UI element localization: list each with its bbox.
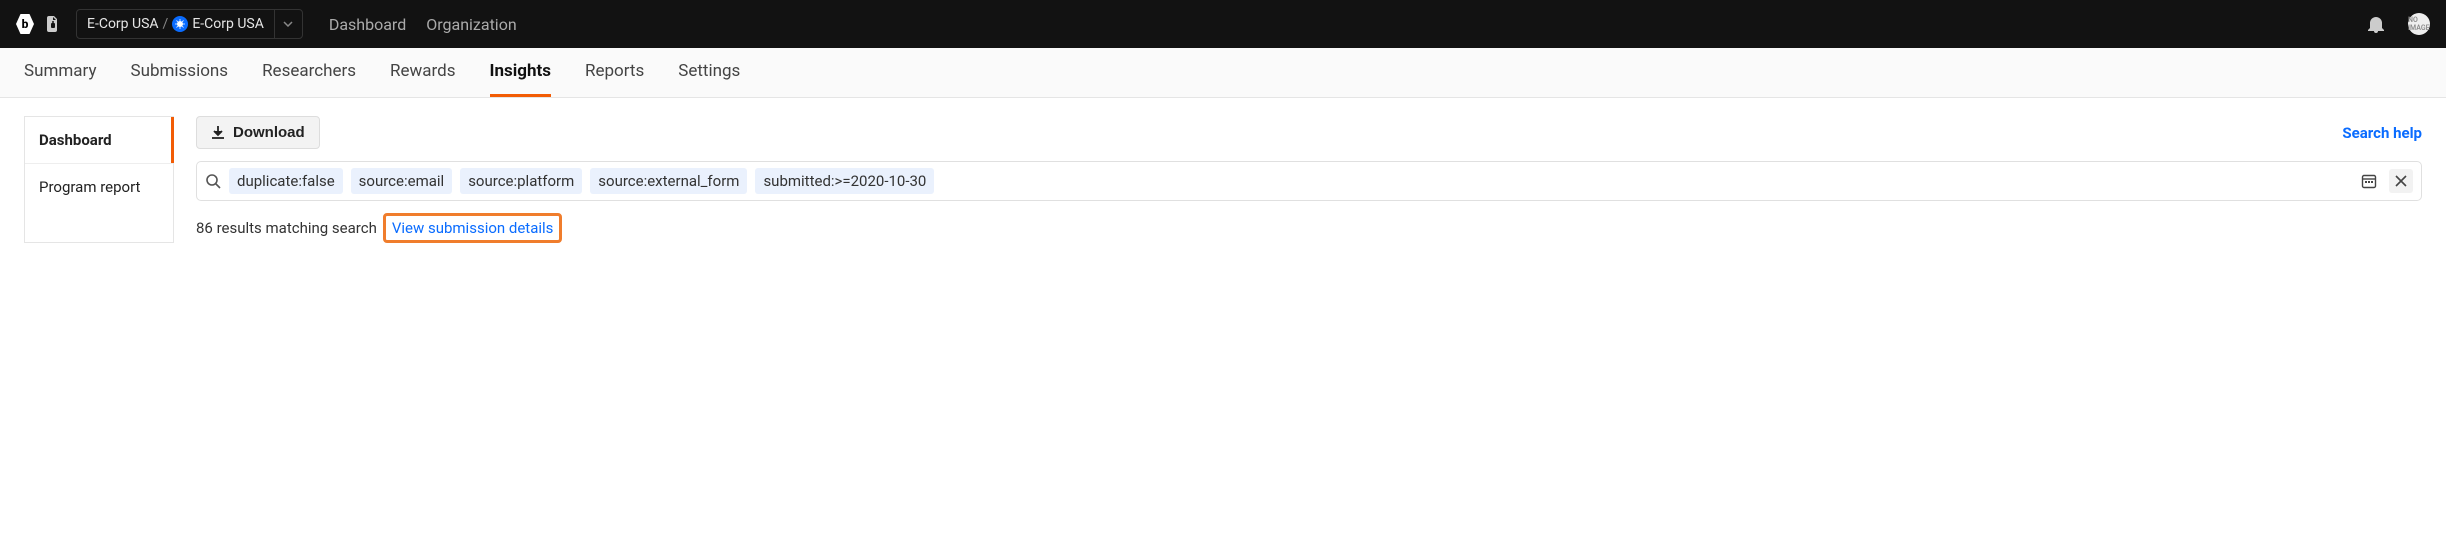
nav-dashboard[interactable]: Dashboard [329,15,406,34]
tab-settings[interactable]: Settings [678,48,740,97]
tab-summary[interactable]: Summary [24,48,96,97]
bell-icon[interactable] [2368,15,2384,33]
org-switcher[interactable]: E-Corp USA / E-Corp USA [76,9,303,39]
chevron-down-icon[interactable] [274,10,302,38]
nav-organization[interactable]: Organization [426,15,516,34]
download-label: Download [233,124,305,141]
org-switcher-label: E-Corp USA / E-Corp USA [77,16,274,32]
document-icon[interactable] [46,16,60,32]
search-bar[interactable]: duplicate:false source:email source:plat… [196,161,2422,201]
org-parent: E-Corp USA [87,16,159,32]
search-help-link[interactable]: Search help [2342,124,2422,142]
toolbar-row: Download Search help [196,116,2422,149]
search-right-icons [2357,169,2413,193]
sidebar-item-label: Program report [39,178,140,196]
tab-researchers[interactable]: Researchers [262,48,356,97]
main-content: Dashboard Program report Download Search… [0,98,2446,261]
tab-reports[interactable]: Reports [585,48,644,97]
search-chip[interactable]: submitted:>=2020-10-30 [755,168,934,194]
tab-submissions[interactable]: Submissions [130,48,228,97]
top-nav: Dashboard Organization [329,15,517,34]
results-count: 86 results matching search [196,219,377,237]
org-current: E-Corp USA [192,16,264,32]
tab-rewards[interactable]: Rewards [390,48,455,97]
results-summary: 86 results matching search View submissi… [196,213,2422,243]
close-icon [2395,175,2407,187]
brand-logo[interactable]: b [16,14,34,34]
search-icon [205,173,221,189]
search-chips: duplicate:false source:email source:plat… [229,168,2349,194]
sidebar-item-dashboard[interactable]: Dashboard [25,117,173,164]
search-chip[interactable]: source:platform [460,168,582,194]
tab-insights[interactable]: Insights [490,48,551,97]
insights-content: Download Search help duplicate:false sou… [196,116,2422,243]
calendar-icon[interactable] [2357,169,2381,193]
search-chip[interactable]: duplicate:false [229,168,343,194]
insights-sidebar: Dashboard Program report [24,116,174,243]
breadcrumb-separator: / [163,16,169,32]
download-icon [211,124,225,141]
clear-search-button[interactable] [2389,169,2413,193]
avatar[interactable]: NO IMAGE [2408,13,2430,35]
view-submission-details-link[interactable]: View submission details [383,213,563,243]
program-tabs: Summary Submissions Researchers Rewards … [0,48,2446,98]
sidebar-item-label: Dashboard [39,131,112,149]
sidebar-item-program-report[interactable]: Program report [25,164,173,210]
search-chip[interactable]: source:email [351,168,453,194]
bug-icon [172,16,188,32]
topbar: b E-Corp USA / E-Corp USA Dashboard Orga… [0,0,2446,48]
search-chip[interactable]: source:external_form [590,168,747,194]
download-button[interactable]: Download [196,116,320,149]
